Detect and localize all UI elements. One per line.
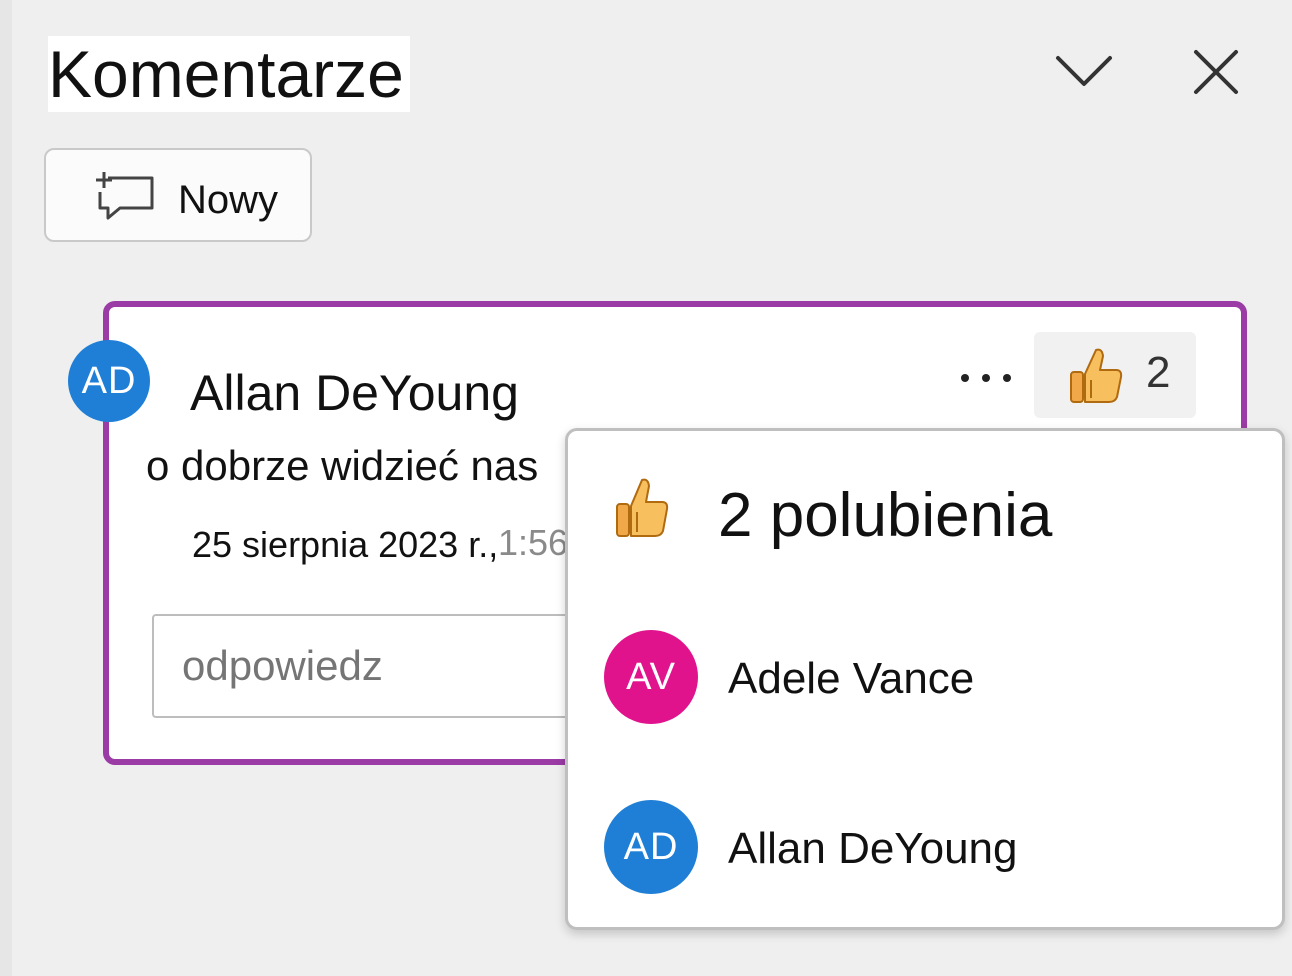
like-button[interactable]: 2 [1034, 332, 1196, 418]
thumbs-up-icon [616, 478, 669, 537]
comment-author: Allan DeYoung [190, 365, 519, 421]
thumbs-up-icon [1070, 348, 1123, 403]
avatar: AV [604, 630, 698, 724]
comment-text: o dobrze widzieć nas [146, 442, 539, 489]
comment-timestamp: 25 sierpnia 2023 r., [192, 524, 499, 565]
pane-title: Komentarze [48, 36, 410, 112]
close-icon[interactable] [1184, 40, 1248, 104]
avatar: AD [68, 340, 150, 422]
reply-input[interactable] [152, 614, 592, 718]
more-options-icon[interactable] [946, 350, 1026, 406]
likes-title: 2 polubienia [718, 481, 1053, 550]
like-count: 2 [1146, 348, 1171, 397]
chevron-down-icon[interactable] [1052, 40, 1116, 104]
new-comment-button[interactable]: Nowy [44, 148, 312, 242]
comment-time: 1:56 [498, 522, 566, 563]
comments-pane: Komentarze Nowy AD Allan DeYoung 2 o dob… [0, 0, 1292, 976]
liker-name: Allan DeYoung [728, 824, 1018, 873]
avatar: AD [604, 800, 698, 894]
liker-name: Adele Vance [728, 654, 975, 703]
pane-edge [0, 0, 12, 976]
new-comment-icon [96, 172, 154, 220]
new-comment-label: Nowy [178, 178, 279, 222]
